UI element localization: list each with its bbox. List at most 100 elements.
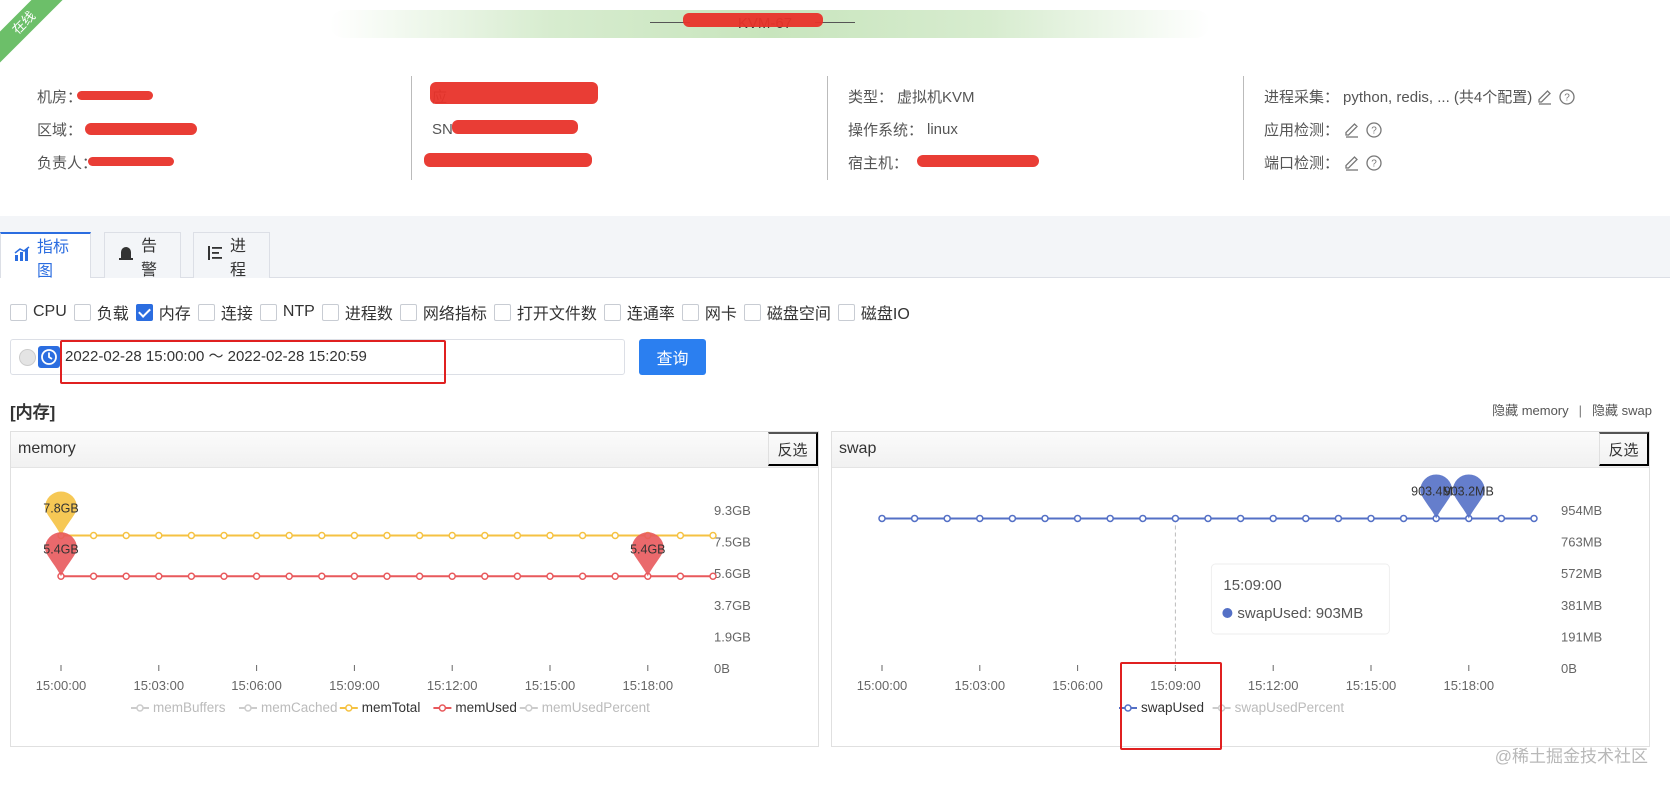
tooltip-separator: : (1307, 605, 1315, 622)
y-tick-label: 381MB (1561, 598, 1602, 613)
tab-processes[interactable]: 进程 (193, 232, 270, 279)
checkbox-label: 进程数 (344, 306, 393, 323)
checkbox-box[interactable] (493, 303, 511, 321)
metric-checkbox[interactable]: 打开文件数 (493, 300, 597, 324)
legend-entry[interactable]: memUsed (455, 700, 517, 715)
data-point (546, 572, 554, 581)
checkbox-label: 磁盘IO (860, 306, 910, 323)
status-badge: 在线 (0, 0, 75, 74)
info-row-process-collect: 进程采集： python, redis, ... (共4个配置) ? (1264, 80, 1576, 113)
query-button[interactable]: 查询 (639, 339, 706, 375)
metric-checkbox[interactable]: 连通率 (603, 300, 675, 324)
redaction-mark (77, 91, 153, 100)
data-point (1139, 514, 1147, 523)
checkbox-box[interactable] (603, 303, 621, 321)
redaction-mark (430, 82, 598, 104)
checkbox-box[interactable] (681, 303, 699, 321)
data-point (943, 514, 951, 523)
checkbox-label: 网卡 (704, 306, 737, 323)
tab-alarms[interactable]: 告警 (104, 232, 181, 279)
pin-marker-label: 5.4GB (630, 542, 665, 556)
legend-entry[interactable]: memUsedPercent (542, 700, 650, 715)
data-point (220, 531, 228, 540)
metric-checkbox[interactable]: 磁盘IO (837, 300, 910, 324)
metric-checkbox[interactable]: 网卡 (681, 300, 737, 324)
checkbox-label: 内存 (158, 306, 191, 323)
checkbox-label: NTP (282, 303, 315, 320)
data-point (187, 572, 196, 581)
data-point (709, 572, 717, 581)
data-point (383, 531, 391, 540)
chart-header: memory 反选 (11, 432, 818, 468)
data-point (1334, 514, 1343, 523)
checkbox-box[interactable] (743, 303, 761, 321)
x-tick-label: 15:12:00 (1248, 678, 1299, 693)
edit-icon[interactable] (1536, 88, 1554, 106)
data-point (513, 531, 522, 540)
info-value-process-collect: python, redis, ... (共4个配置) (1343, 89, 1533, 106)
bottom-strip (0, 768, 1670, 788)
help-icon[interactable]: ? (1365, 154, 1383, 172)
legend-entry[interactable]: memTotal (362, 700, 421, 715)
y-tick-label: 0B (1561, 661, 1577, 676)
info-divider (411, 76, 412, 180)
help-icon[interactable]: ? (1365, 121, 1383, 139)
x-tick-label: 15:15:00 (525, 678, 576, 693)
metric-checkbox[interactable]: 内存 (135, 300, 191, 324)
checkbox-box[interactable] (321, 303, 339, 321)
x-tick-label: 15:09:00 (329, 678, 380, 693)
data-point (187, 531, 196, 540)
metric-checkbox[interactable]: 网络指标 (399, 300, 487, 324)
data-point (1204, 514, 1212, 523)
info-label-type: 类型： (848, 89, 894, 106)
swap-chart: 954MB 763MB 572MB 381MB 191MB 0B 15:00:00 15:03… (857, 474, 1602, 715)
data-point (350, 531, 359, 540)
data-point (676, 572, 685, 581)
y-tick-label: 1.9GB (714, 629, 751, 644)
legend-entry[interactable]: memCached (261, 700, 338, 715)
data-point (155, 531, 163, 540)
invert-selection-button[interactable]: 反选 (768, 432, 818, 466)
redaction-mark (424, 153, 592, 167)
edit-icon[interactable] (1343, 154, 1361, 172)
edit-icon[interactable] (1343, 121, 1361, 139)
tab-charts[interactable]: 指标图 (0, 232, 91, 280)
info-label-room: 机房： (37, 89, 83, 106)
legend-swatch-dot (136, 704, 144, 712)
clock-icon[interactable] (38, 346, 60, 368)
checkbox-box[interactable] (135, 303, 153, 321)
legend-entry[interactable]: swapUsedPercent (1235, 700, 1345, 715)
metric-checkbox[interactable]: 负载 (73, 300, 129, 324)
metric-checkbox[interactable]: 连接 (197, 300, 253, 324)
data-point (350, 572, 359, 581)
x-tick-label: 15:00:00 (857, 678, 908, 693)
watermark-text: @稀土掘金技术社区 (1494, 747, 1648, 766)
checkbox-box[interactable] (837, 303, 855, 321)
help-icon[interactable]: ? (1558, 88, 1576, 106)
data-point (1171, 514, 1180, 523)
svg-text:?: ? (1564, 92, 1570, 103)
data-point (878, 514, 886, 523)
host-monitor-page: 在线 KVM-67 机房： 区域： 负责人： 应 S (0, 0, 1670, 788)
legend-swatch-dot (438, 704, 447, 712)
metric-checkbox[interactable]: NTP (259, 303, 315, 321)
y-tick-label: 572MB (1561, 566, 1602, 581)
checkbox-box[interactable] (197, 303, 215, 321)
redaction-mark (88, 157, 174, 166)
metric-checkbox[interactable]: CPU (10, 303, 67, 321)
x-tick-label: 15:00:00 (36, 678, 87, 693)
data-point (578, 572, 587, 581)
metric-checkbox[interactable]: 磁盘空间 (743, 300, 831, 324)
invert-selection-button[interactable]: 反选 (1599, 432, 1649, 466)
checkbox-box[interactable] (10, 303, 27, 321)
checkbox-box[interactable] (73, 303, 91, 321)
checkbox-box[interactable] (399, 303, 417, 321)
hide-memory-link[interactable]: 隐藏 memory (1492, 403, 1569, 418)
data-point (285, 531, 293, 540)
legend-entry[interactable]: memBuffers (153, 700, 226, 715)
info-label-hypervisor: 宿主机： (848, 155, 909, 172)
legend-swatch-dot (525, 704, 533, 712)
checkbox-box[interactable] (259, 303, 277, 321)
metric-checkbox[interactable]: 进程数 (321, 300, 393, 324)
hide-swap-link[interactable]: 隐藏 swap (1592, 403, 1652, 418)
